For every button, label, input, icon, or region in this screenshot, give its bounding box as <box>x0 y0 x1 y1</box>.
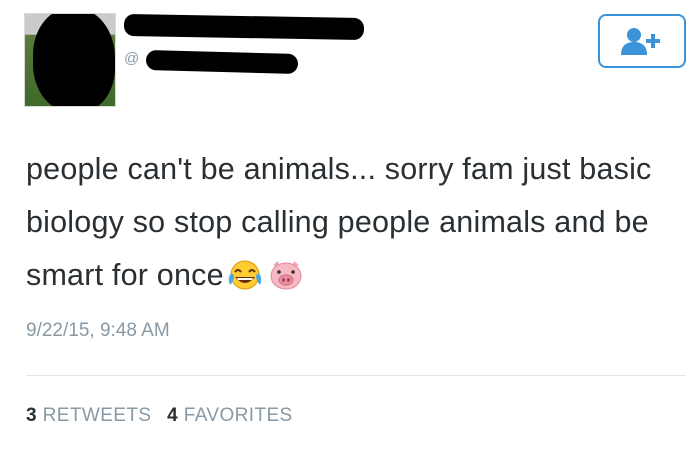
favorites-count: 4 <box>167 405 179 426</box>
favorites-label: FAVORITES <box>183 405 293 426</box>
favorites-stat[interactable]: 4 FAVORITES <box>167 405 292 426</box>
tweet-card: @ people can't be animals... sorry fam j… <box>0 0 700 456</box>
add-user-icon <box>621 28 660 55</box>
retweets-label: RETWEETS <box>42 405 152 426</box>
divider <box>26 375 686 376</box>
redacted-display-name[interactable] <box>123 13 365 41</box>
redaction-blob <box>33 14 115 106</box>
tweet-timestamp[interactable]: 9/22/15, 9:48 AM <box>26 320 170 342</box>
retweets-count: 3 <box>26 405 37 426</box>
tweet-body: people can't be animals... sorry fam jus… <box>26 152 652 292</box>
pig-face-emoji <box>266 255 306 308</box>
avatar[interactable] <box>24 13 116 107</box>
handle-at-symbol: @ <box>124 50 140 67</box>
tweet-stats: 3 RETWEETS 4 FAVORITES <box>26 405 303 427</box>
follow-button[interactable] <box>598 14 686 68</box>
tweet-text: people can't be animals... sorry fam jus… <box>26 143 686 308</box>
retweets-stat[interactable]: 3 RETWEETS <box>26 405 151 426</box>
redacted-handle[interactable] <box>145 50 299 74</box>
face-with-tears-of-joy-emoji <box>226 255 264 308</box>
